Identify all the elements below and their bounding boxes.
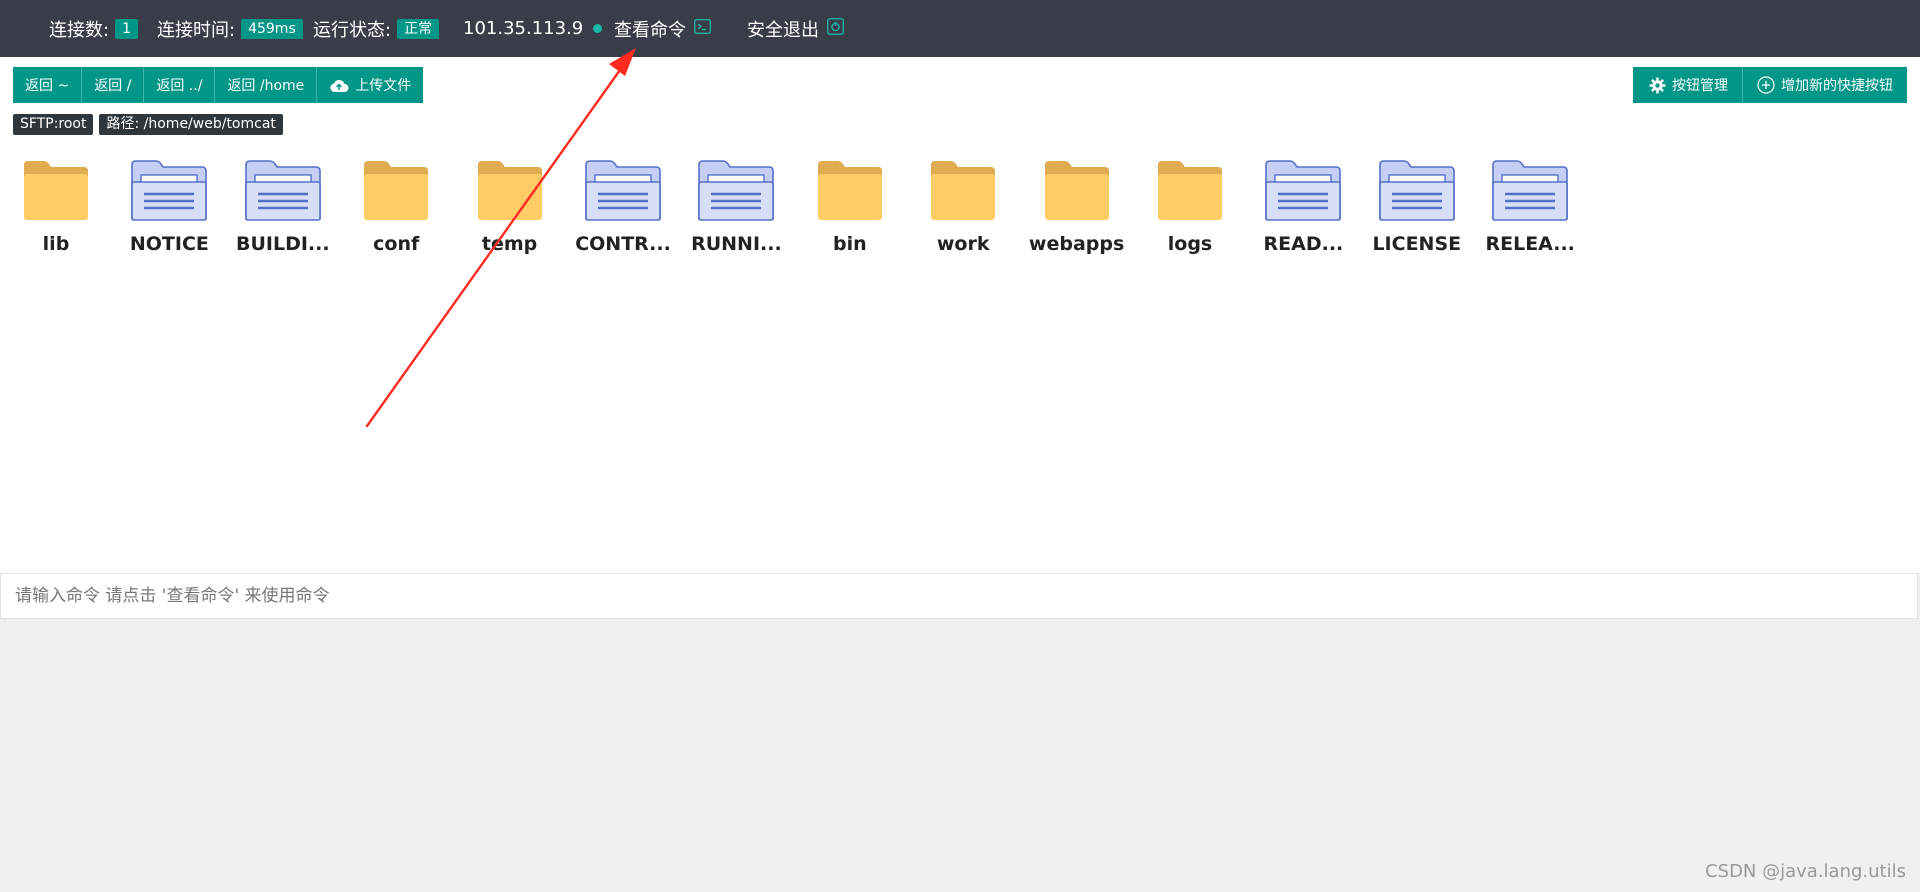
document-folder-icon	[1492, 160, 1568, 221]
document-folder-icon	[244, 160, 321, 221]
file-name: bin	[832, 233, 867, 255]
folder-icon	[1044, 161, 1109, 220]
location-tags: SFTP:root 路径: /home/web/tomcat	[13, 114, 289, 135]
file-item[interactable]: RELEA...	[1475, 157, 1585, 255]
document-folder-icon	[1265, 160, 1342, 221]
file-name: conf	[373, 233, 420, 255]
file-item[interactable]: bin	[795, 157, 905, 255]
add-shortcut-label: 增加新的快捷按钮	[1781, 78, 1893, 94]
gear-icon	[1649, 77, 1666, 93]
document-folder-icon	[585, 160, 661, 221]
back-home-dir-button[interactable]: 返回 /home	[215, 67, 318, 103]
file-browser-panel: 返回 ~ 返回 / 返回 ../ 返回 /home 上传文件 按钮管理 增加新的…	[0, 57, 1920, 573]
upload-file-label: 上传文件	[355, 78, 412, 94]
file-item[interactable]: webapps	[1022, 157, 1132, 255]
file-item[interactable]: conf	[341, 157, 451, 255]
folder-icon	[364, 161, 429, 220]
file-item[interactable]: READ...	[1248, 157, 1358, 255]
back-home-button[interactable]: 返回 ~	[13, 67, 83, 103]
plus-circle-icon	[1757, 76, 1775, 94]
view-commands-label: 查看命令	[614, 19, 686, 41]
top-status-bar: 连接数: 1 连接时间: 459ms 运行状态: 正常 101.35.113.9…	[0, 0, 1920, 57]
file-name: READ...	[1263, 233, 1344, 255]
add-shortcut-button[interactable]: 增加新的快捷按钮	[1743, 67, 1907, 103]
connections-label: 连接数:	[49, 19, 110, 41]
connection-time-label: 连接时间:	[157, 19, 236, 41]
view-commands-button[interactable]: 查看命令	[614, 0, 711, 57]
file-item[interactable]: NOTICE	[114, 157, 224, 255]
file-name: RELEA...	[1485, 233, 1575, 255]
document-folder-icon	[1378, 160, 1455, 221]
connections-badge: 1	[115, 18, 138, 39]
document-folder-icon	[131, 160, 208, 221]
host-address: 101.35.113.9	[463, 18, 584, 39]
document-folder-icon	[698, 160, 775, 221]
file-name: RUNNI...	[691, 233, 782, 255]
watermark: CSDN @java.lang.utils	[1705, 861, 1906, 882]
online-dot-icon	[593, 24, 603, 33]
file-name: work	[936, 233, 990, 255]
current-path-tag: 路径: /home/web/tomcat	[99, 114, 283, 135]
upload-file-button[interactable]: 上传文件	[317, 67, 424, 103]
run-status-label: 运行状态:	[313, 19, 392, 41]
back-root-button[interactable]: 返回 /	[82, 67, 145, 103]
file-name: CONTR...	[575, 233, 671, 255]
file-name: temp	[481, 233, 538, 255]
file-item[interactable]: CONTR...	[568, 157, 678, 255]
logout-button[interactable]: 安全退出	[747, 0, 844, 57]
file-item[interactable]: RUNNI...	[681, 157, 791, 255]
shortcut-button-group: 按钮管理 增加新的快捷按钮	[1633, 67, 1907, 103]
connection-time-stat: 连接时间: 459ms	[157, 0, 303, 57]
cloud-upload-icon	[330, 79, 349, 92]
folder-icon	[24, 161, 88, 220]
file-item[interactable]: work	[908, 157, 1018, 255]
navigation-button-group: 返回 ~ 返回 / 返回 ../ 返回 /home 上传文件	[13, 67, 424, 103]
connection-time-badge: 459ms	[241, 18, 303, 39]
file-name: webapps	[1028, 233, 1125, 255]
folder-icon	[817, 161, 882, 220]
command-bar	[0, 573, 1918, 619]
file-item[interactable]: temp	[455, 157, 565, 255]
file-item[interactable]: logs	[1135, 157, 1245, 255]
folder-icon	[1158, 161, 1222, 220]
run-status-stat: 运行状态: 正常	[313, 0, 440, 57]
file-item[interactable]: BUILDI...	[228, 157, 338, 255]
run-status-badge: 正常	[397, 18, 440, 39]
file-name: LICENSE	[1372, 233, 1462, 255]
file-item[interactable]: LICENSE	[1362, 157, 1472, 255]
logout-icon	[827, 17, 844, 40]
folder-icon	[931, 161, 996, 220]
command-input[interactable]	[1, 574, 1917, 618]
manage-buttons-label: 按钮管理	[1672, 78, 1728, 94]
file-name: logs	[1167, 233, 1213, 255]
logout-label: 安全退出	[747, 19, 819, 41]
file-name: BUILDI...	[236, 233, 330, 255]
connections-stat: 连接数: 1	[49, 0, 138, 57]
back-parent-button[interactable]: 返回 ../	[144, 67, 216, 103]
sftp-user-tag: SFTP:root	[13, 114, 94, 135]
manage-buttons-button[interactable]: 按钮管理	[1633, 67, 1743, 103]
terminal-icon	[694, 18, 711, 39]
file-item[interactable]: lib	[1, 157, 111, 255]
folder-icon	[477, 161, 542, 220]
file-name: NOTICE	[129, 233, 209, 255]
host-indicator: 101.35.113.9	[463, 0, 603, 57]
file-name: lib	[42, 233, 70, 255]
